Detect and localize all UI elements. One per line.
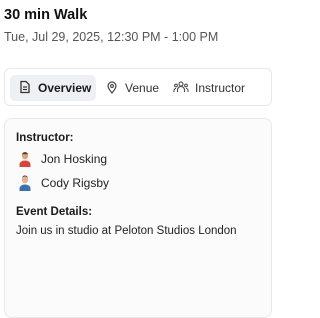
tab-venue[interactable]: Venue bbox=[105, 75, 159, 101]
people-icon bbox=[173, 80, 189, 97]
document-icon bbox=[18, 80, 32, 97]
event-title: 30 min Walk bbox=[4, 7, 88, 23]
tab-instructor[interactable]: Instructor bbox=[173, 75, 245, 101]
tab-overview[interactable]: Overview bbox=[10, 75, 96, 101]
avatar-blue-shirt-icon bbox=[17, 175, 33, 191]
event-details-heading: Event Details: bbox=[16, 206, 93, 218]
instructor-heading: Instructor: bbox=[16, 132, 74, 144]
instructor-name: Jon Hosking bbox=[41, 152, 108, 166]
tab-bar: Overview Venue Instructor bbox=[4, 68, 272, 106]
avatar-red-shirt-icon bbox=[17, 151, 33, 167]
event-details-text: Join us in studio at Peloton Studios Lon… bbox=[16, 225, 237, 237]
instructor-name: Cody Rigsby bbox=[41, 176, 110, 190]
overview-panel: Instructor: Jon Hosking Cody Rigsby Even… bbox=[4, 118, 272, 318]
event-datetime: Tue, Jul 29, 2025, 12:30 PM - 1:00 PM bbox=[4, 30, 219, 44]
tab-overview-label: Overview bbox=[38, 81, 92, 95]
tab-instructor-label: Instructor bbox=[195, 81, 246, 95]
location-pin-icon bbox=[105, 80, 119, 97]
instructor-item: Cody Rigsby bbox=[17, 175, 109, 191]
instructor-item: Jon Hosking bbox=[17, 151, 107, 167]
tab-venue-label: Venue bbox=[125, 81, 160, 95]
